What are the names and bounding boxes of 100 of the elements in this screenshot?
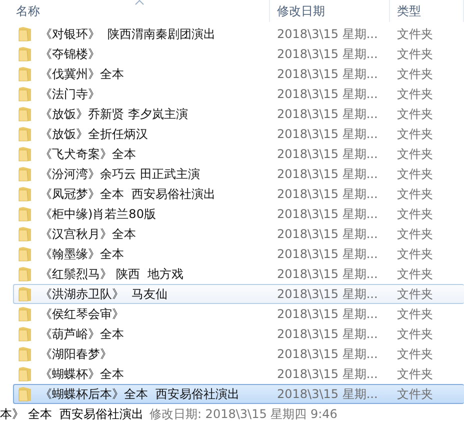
modified-date: 2018\3\15 星期... (276, 287, 379, 301)
modified-date: 2018\3\15 星期... (276, 87, 379, 101)
file-row[interactable]: 《葫芦峪》全本 2018\3\15 星期... 文件夹 (13, 324, 464, 344)
column-header[interactable]: 修改日期 (270, 0, 390, 22)
folder-icon (18, 26, 32, 42)
file-type: 文件夹 (396, 287, 434, 301)
file-row[interactable]: 《凤冠梦》全本 西安易俗社演出 2018\3\15 星期... 文件夹 (13, 184, 464, 204)
file-row[interactable]: 《法门寺》 2018\3\15 星期... 文件夹 (13, 84, 464, 104)
file-type: 文件夹 (396, 67, 434, 81)
file-row[interactable]: 《汾河湾》余巧云 田正武主演 2018\3\15 星期... 文件夹 (13, 164, 464, 184)
folder-icon (18, 186, 32, 202)
file-row[interactable]: 《湖阳春梦》 2018\3\15 星期... 文件夹 (13, 344, 464, 364)
folder-icon (18, 366, 32, 382)
file-row[interactable]: 《蝴蝶杯后本》全本 西安易俗社演出 2018\3\15 星期... 文件夹 (13, 384, 464, 404)
file-type: 文件夹 (396, 227, 434, 241)
file-name: 《放饭》全折任炳汉 (40, 127, 148, 141)
modified-date: 2018\3\15 星期... (276, 307, 379, 321)
folder-icon (18, 346, 32, 362)
file-row[interactable]: 《洪湖赤卫队》 马友仙 2018\3\15 星期... 文件夹 (13, 284, 464, 304)
modified-date: 2018\3\15 星期... (276, 127, 379, 141)
file-type: 文件夹 (396, 247, 434, 261)
file-name: 《侯红琴会审》 (40, 307, 124, 321)
file-type: 文件夹 (396, 387, 434, 401)
file-name: 《翰墨缘》全本 (40, 247, 124, 261)
file-name: 《法门寺》 (40, 87, 100, 101)
file-type: 文件夹 (396, 307, 434, 321)
file-type: 文件夹 (396, 47, 434, 61)
folder-icon (18, 326, 32, 342)
modified-date: 2018\3\15 星期... (276, 67, 379, 81)
file-type: 文件夹 (396, 367, 434, 381)
file-type: 文件夹 (396, 167, 434, 181)
file-row[interactable]: 《汉宫秋月》全本 2018\3\15 星期... 文件夹 (13, 224, 464, 244)
tooltip-detail: 修改日期: 2018\3\15 星期四 9:46 (149, 407, 338, 421)
file-row[interactable]: 《飞犬奇案》全本 2018\3\15 星期... 文件夹 (13, 144, 464, 164)
folder-icon (18, 286, 32, 302)
folder-icon (18, 106, 32, 122)
file-name: 《柜中缘)肖若兰80版 (40, 207, 156, 221)
file-type: 文件夹 (396, 127, 434, 141)
modified-date: 2018\3\15 星期... (276, 267, 379, 281)
file-row[interactable]: 《对银环》 陕西渭南秦剧团演出 2018\3\15 星期... 文件夹 (13, 24, 464, 44)
modified-date: 2018\3\15 星期... (276, 347, 379, 361)
file-name: 《伐冀州》全本 (40, 67, 124, 81)
file-row[interactable]: 《夺锦楼》 2018\3\15 星期... 文件夹 (13, 44, 464, 64)
folder-icon (18, 226, 32, 242)
folder-icon (18, 126, 32, 142)
file-row[interactable]: 《放饭》乔新贤 李夕岚主演 2018\3\15 星期... 文件夹 (13, 104, 464, 124)
modified-date: 2018\3\15 星期... (276, 167, 379, 181)
file-row[interactable]: 《红鬃烈马》 陕西 地方戏 2018\3\15 星期... 文件夹 (13, 264, 464, 284)
file-type: 文件夹 (396, 327, 434, 341)
modified-date: 2018\3\15 星期... (276, 387, 379, 401)
modified-date: 2018\3\15 星期... (276, 327, 379, 341)
file-name: 《蝴蝶杯后本》全本 西安易俗社演出 (40, 387, 240, 401)
file-row[interactable]: 《伐冀州》全本 2018\3\15 星期... 文件夹 (13, 64, 464, 84)
file-type: 文件夹 (396, 347, 434, 361)
file-name: 《蝴蝶杯》全本 (40, 367, 124, 381)
file-name: 《放饭》乔新贤 李夕岚主演 (40, 107, 188, 121)
modified-date: 2018\3\15 星期... (276, 247, 379, 261)
column-header[interactable]: 名称 (0, 0, 270, 22)
modified-date: 2018\3\15 星期... (276, 227, 379, 241)
folder-icon (18, 206, 32, 222)
folder-icon (18, 86, 32, 102)
file-name: 《夺锦楼》 (40, 47, 100, 61)
file-type: 文件夹 (396, 107, 434, 121)
modified-date: 2018\3\15 星期... (276, 47, 379, 61)
column-header[interactable]: 类型 (390, 0, 464, 22)
file-type: 文件夹 (396, 207, 434, 221)
file-type: 文件夹 (396, 27, 434, 41)
file-type: 文件夹 (396, 87, 434, 101)
file-name: 《湖阳春梦》 (40, 347, 112, 361)
tooltip-name: 本》 全本 西安易俗社演出 (0, 407, 144, 421)
file-type: 文件夹 (396, 267, 434, 281)
folder-icon (18, 146, 32, 162)
file-name: 《葫芦峪》全本 (40, 327, 124, 341)
file-row[interactable]: 《柜中缘)肖若兰80版 2018\3\15 星期... 文件夹 (13, 204, 464, 224)
file-row[interactable]: 《侯红琴会审》 2018\3\15 星期... 文件夹 (13, 304, 464, 324)
folder-icon (18, 386, 32, 402)
modified-date: 2018\3\15 星期... (276, 27, 379, 41)
file-type: 文件夹 (396, 147, 434, 161)
folder-icon (18, 46, 32, 62)
modified-date: 2018\3\15 星期... (276, 187, 379, 201)
file-row[interactable]: 《放饭》全折任炳汉 2018\3\15 星期... 文件夹 (13, 124, 464, 144)
folder-icon (18, 266, 32, 282)
file-row[interactable]: 《翰墨缘》全本 2018\3\15 星期... 文件夹 (13, 244, 464, 264)
modified-date: 2018\3\15 星期... (276, 107, 379, 121)
file-row[interactable]: 《蝴蝶杯》全本 2018\3\15 星期... 文件夹 (13, 364, 464, 384)
folder-icon (18, 246, 32, 262)
file-name: 《凤冠梦》全本 西安易俗社演出 (40, 187, 216, 201)
folder-icon (18, 306, 32, 322)
file-name: 《对银环》 陕西渭南秦剧团演出 (40, 27, 216, 41)
file-name: 《洪湖赤卫队》 马友仙 (40, 287, 168, 301)
modified-date: 2018\3\15 星期... (276, 147, 379, 161)
file-type: 文件夹 (396, 187, 434, 201)
modified-date: 2018\3\15 星期... (276, 367, 379, 381)
folder-icon (18, 166, 32, 182)
modified-date: 2018\3\15 星期... (276, 207, 379, 221)
file-name: 《汾河湾》余巧云 田正武主演 (40, 167, 200, 181)
file-name: 《红鬃烈马》 陕西 地方戏 (40, 267, 184, 281)
file-name: 《飞犬奇案》全本 (40, 147, 136, 161)
folder-icon (18, 66, 32, 82)
file-name: 《汉宫秋月》全本 (40, 227, 136, 241)
